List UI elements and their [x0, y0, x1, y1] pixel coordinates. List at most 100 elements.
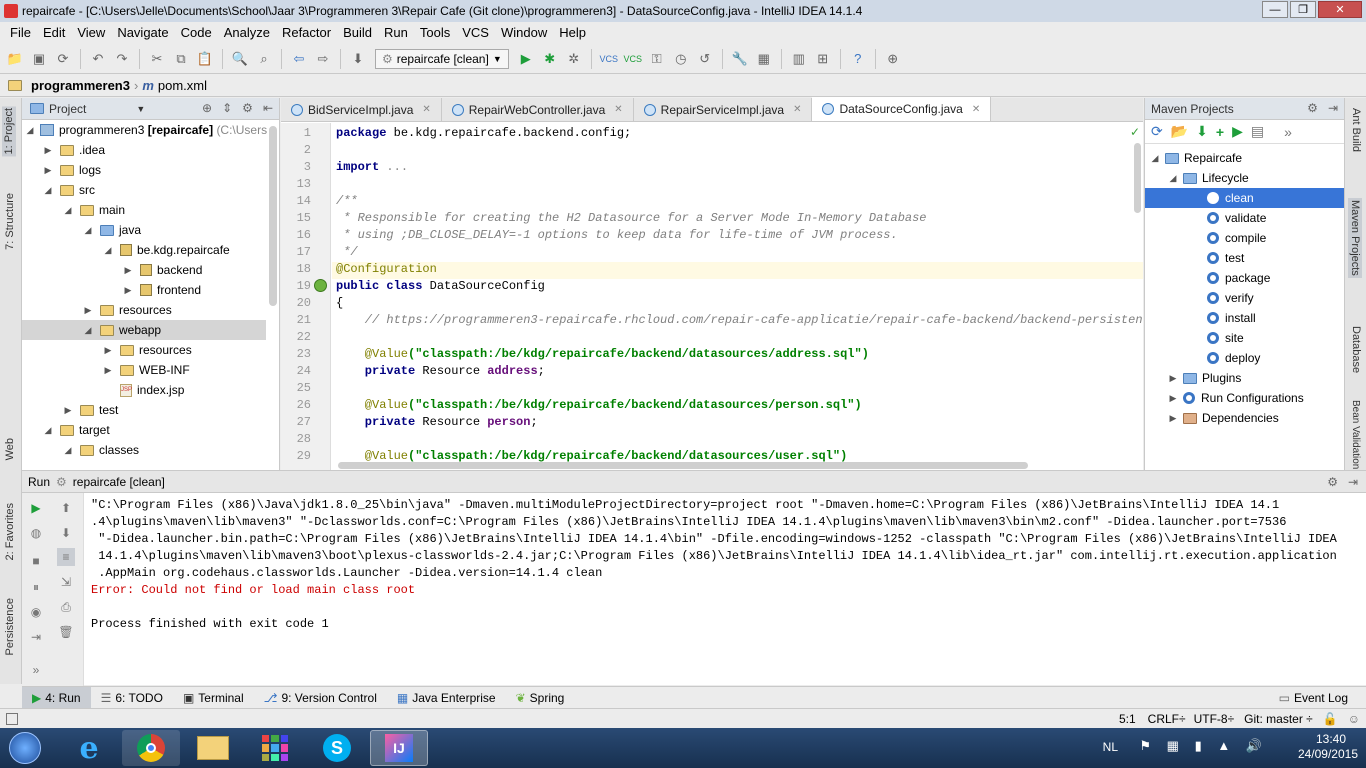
close-tab-icon[interactable]: ✕	[793, 104, 801, 115]
tool-window-project[interactable]: 1: Project	[2, 106, 16, 157]
menu-code[interactable]: Code	[175, 25, 218, 40]
tool-window-persistence[interactable]: Persistence	[4, 598, 16, 655]
tool-windows-toggle-icon[interactable]	[6, 712, 18, 725]
undo-icon[interactable]: ↶	[87, 48, 109, 70]
run-configurations-node[interactable]: ▶ Run Configurations	[1167, 388, 1304, 408]
spring-bean-gutter-icon[interactable]	[314, 279, 327, 292]
paste-icon[interactable]: 📋	[194, 48, 216, 70]
scroll-to-end-icon[interactable]: ⇲	[57, 573, 75, 591]
start-button[interactable]	[2, 730, 48, 766]
lock-icon[interactable]: 🔓	[1319, 712, 1342, 726]
maven-goal-clean[interactable]: clean	[1145, 188, 1344, 208]
run-icon[interactable]: ▶	[515, 48, 537, 70]
clock-time[interactable]: 13:40	[1298, 732, 1346, 747]
cursor-position[interactable]: 5:1	[1111, 712, 1144, 726]
tree-node[interactable]: ▶ logs	[42, 160, 101, 180]
dump-threads-icon[interactable]: ◉	[27, 603, 45, 621]
menu-navigate[interactable]: Navigate	[111, 25, 174, 40]
tree-node[interactable]: ◢ classes	[62, 440, 139, 460]
menu-view[interactable]: View	[71, 25, 111, 40]
run-maven-build-icon[interactable]: ▶	[1232, 123, 1243, 140]
console-output[interactable]: "C:\Program Files (x86)\Java\jdk1.8.0_25…	[85, 493, 1366, 686]
menu-run[interactable]: Run	[378, 25, 414, 40]
maven-goal-package[interactable]: package	[1203, 268, 1270, 288]
breadcrumb-project[interactable]: programmeren3	[31, 78, 130, 93]
tree-node[interactable]: ▶ resources	[82, 300, 172, 320]
tab-terminal[interactable]: ▣ Terminal	[173, 687, 254, 709]
find-icon[interactable]: 🔍	[229, 48, 251, 70]
tree-node[interactable]: ◢ target	[42, 420, 110, 440]
project-scrollbar[interactable]	[269, 126, 277, 306]
close-tab-icon[interactable]: ✕	[972, 104, 980, 115]
exit-icon[interactable]: ⇥	[27, 628, 45, 646]
menu-window[interactable]: Window	[495, 25, 553, 40]
print-icon[interactable]: ⎙	[57, 598, 75, 616]
tab-todo[interactable]: ☰ 6: TODO	[91, 687, 173, 709]
tab-java-enterprise[interactable]: ▦ Java Enterprise	[387, 687, 506, 709]
pause-output-icon[interactable]: ◍	[27, 524, 45, 542]
cut-icon[interactable]: ✂	[146, 48, 168, 70]
scroll-from-source-icon[interactable]: ⊕	[202, 101, 212, 115]
make-project-icon[interactable]: ⬇	[347, 48, 369, 70]
chrome-icon[interactable]	[122, 730, 180, 766]
intellij-taskbar-icon[interactable]: IJ	[370, 730, 428, 766]
tab-bid-service-impl[interactable]: BidServiceImpl.java ✕	[281, 98, 442, 121]
line-separator[interactable]: CRLF÷	[1144, 712, 1190, 726]
settings-icon[interactable]: 🔧	[729, 48, 751, 70]
start-grid-icon[interactable]	[246, 730, 304, 766]
rerun-icon[interactable]: ▶	[27, 499, 45, 517]
reimport-icon[interactable]: ⟳	[1151, 123, 1163, 140]
tab-data-source-config[interactable]: DataSourceConfig.java ✕	[812, 97, 992, 121]
close-tab-icon[interactable]: ✕	[422, 104, 430, 115]
language-indicator[interactable]: NL	[1103, 740, 1118, 755]
menu-vcs[interactable]: VCS	[456, 25, 495, 40]
vcs-revert-icon[interactable]: ↺	[694, 48, 716, 70]
tool-window-web[interactable]: Web	[4, 438, 16, 460]
hide-panel-icon[interactable]: ⇥	[1348, 475, 1358, 489]
tree-node[interactable]: ◢ java	[82, 220, 141, 240]
vcs-commit-icon[interactable]: VCS	[622, 48, 644, 70]
file-explorer-icon[interactable]	[184, 730, 242, 766]
skype-icon[interactable]: S	[308, 730, 366, 766]
tab-run[interactable]: ▶ 4: Run	[22, 686, 91, 709]
tree-node[interactable]: ▶ backend	[122, 260, 203, 280]
maximize-button[interactable]: ❐	[1290, 1, 1316, 18]
soft-wrap-icon[interactable]: ≡	[57, 548, 75, 566]
tab-repair-service-impl[interactable]: RepairServiceImpl.java ✕	[634, 98, 813, 121]
vcs-update-icon[interactable]: VCS	[598, 48, 620, 70]
close-button[interactable]: ✕	[1318, 1, 1362, 18]
sdk-icon[interactable]: ▥	[788, 48, 810, 70]
tool-window-ant-build[interactable]: Ant Build	[1350, 108, 1362, 152]
menu-build[interactable]: Build	[337, 25, 378, 40]
maven-goal-deploy[interactable]: deploy	[1203, 348, 1260, 368]
code-editor[interactable]: package be.kdg.repaircafe.backend.config…	[332, 123, 1143, 470]
tree-node[interactable]: ◢ be.kdg.repaircafe	[102, 240, 230, 260]
tool-window-bean-validation[interactable]: Bean Validation	[1350, 400, 1361, 469]
hide-panel-icon[interactable]: ⇤	[263, 101, 273, 115]
hide-panel-icon[interactable]: ⇥	[1328, 101, 1338, 115]
gear-icon[interactable]: ⚙	[1327, 475, 1338, 489]
menu-edit[interactable]: Edit	[37, 25, 71, 40]
plugins-node[interactable]: ▶ Plugins	[1167, 368, 1242, 388]
git-branch[interactable]: Git: master ÷	[1238, 712, 1319, 726]
debug-icon[interactable]: ✱	[539, 48, 561, 70]
run-configuration-select[interactable]: ⚙ repaircafe [clean] ▼	[375, 48, 509, 69]
tree-node[interactable]: ◢ main	[62, 200, 125, 220]
execute-goal-icon[interactable]: ▤	[1251, 123, 1264, 140]
gear-icon[interactable]: ⚙	[242, 101, 253, 115]
stop-icon[interactable]: ■	[27, 552, 45, 570]
close-tab-icon[interactable]: ✕	[614, 104, 622, 115]
tree-node[interactable]: ▶ test	[62, 400, 119, 420]
replace-icon[interactable]: ⌕	[253, 48, 275, 70]
help-icon[interactable]: ?	[847, 48, 869, 70]
maven-goal-test[interactable]: test	[1203, 248, 1244, 268]
tool-window-favorites[interactable]: 2: Favorites	[4, 503, 16, 560]
menu-help[interactable]: Help	[553, 25, 592, 40]
tree-node[interactable]: JSP index.jsp	[102, 380, 184, 400]
tree-node[interactable]: ▶ .idea	[42, 140, 106, 160]
coverage-icon[interactable]: ✲	[563, 48, 585, 70]
open-folder-icon[interactable]: 📁	[4, 48, 26, 70]
tab-repair-web-controller[interactable]: RepairWebController.java ✕	[442, 98, 634, 121]
copy-icon[interactable]: ⧉	[170, 48, 192, 70]
internet-explorer-icon[interactable]: e	[60, 730, 118, 766]
